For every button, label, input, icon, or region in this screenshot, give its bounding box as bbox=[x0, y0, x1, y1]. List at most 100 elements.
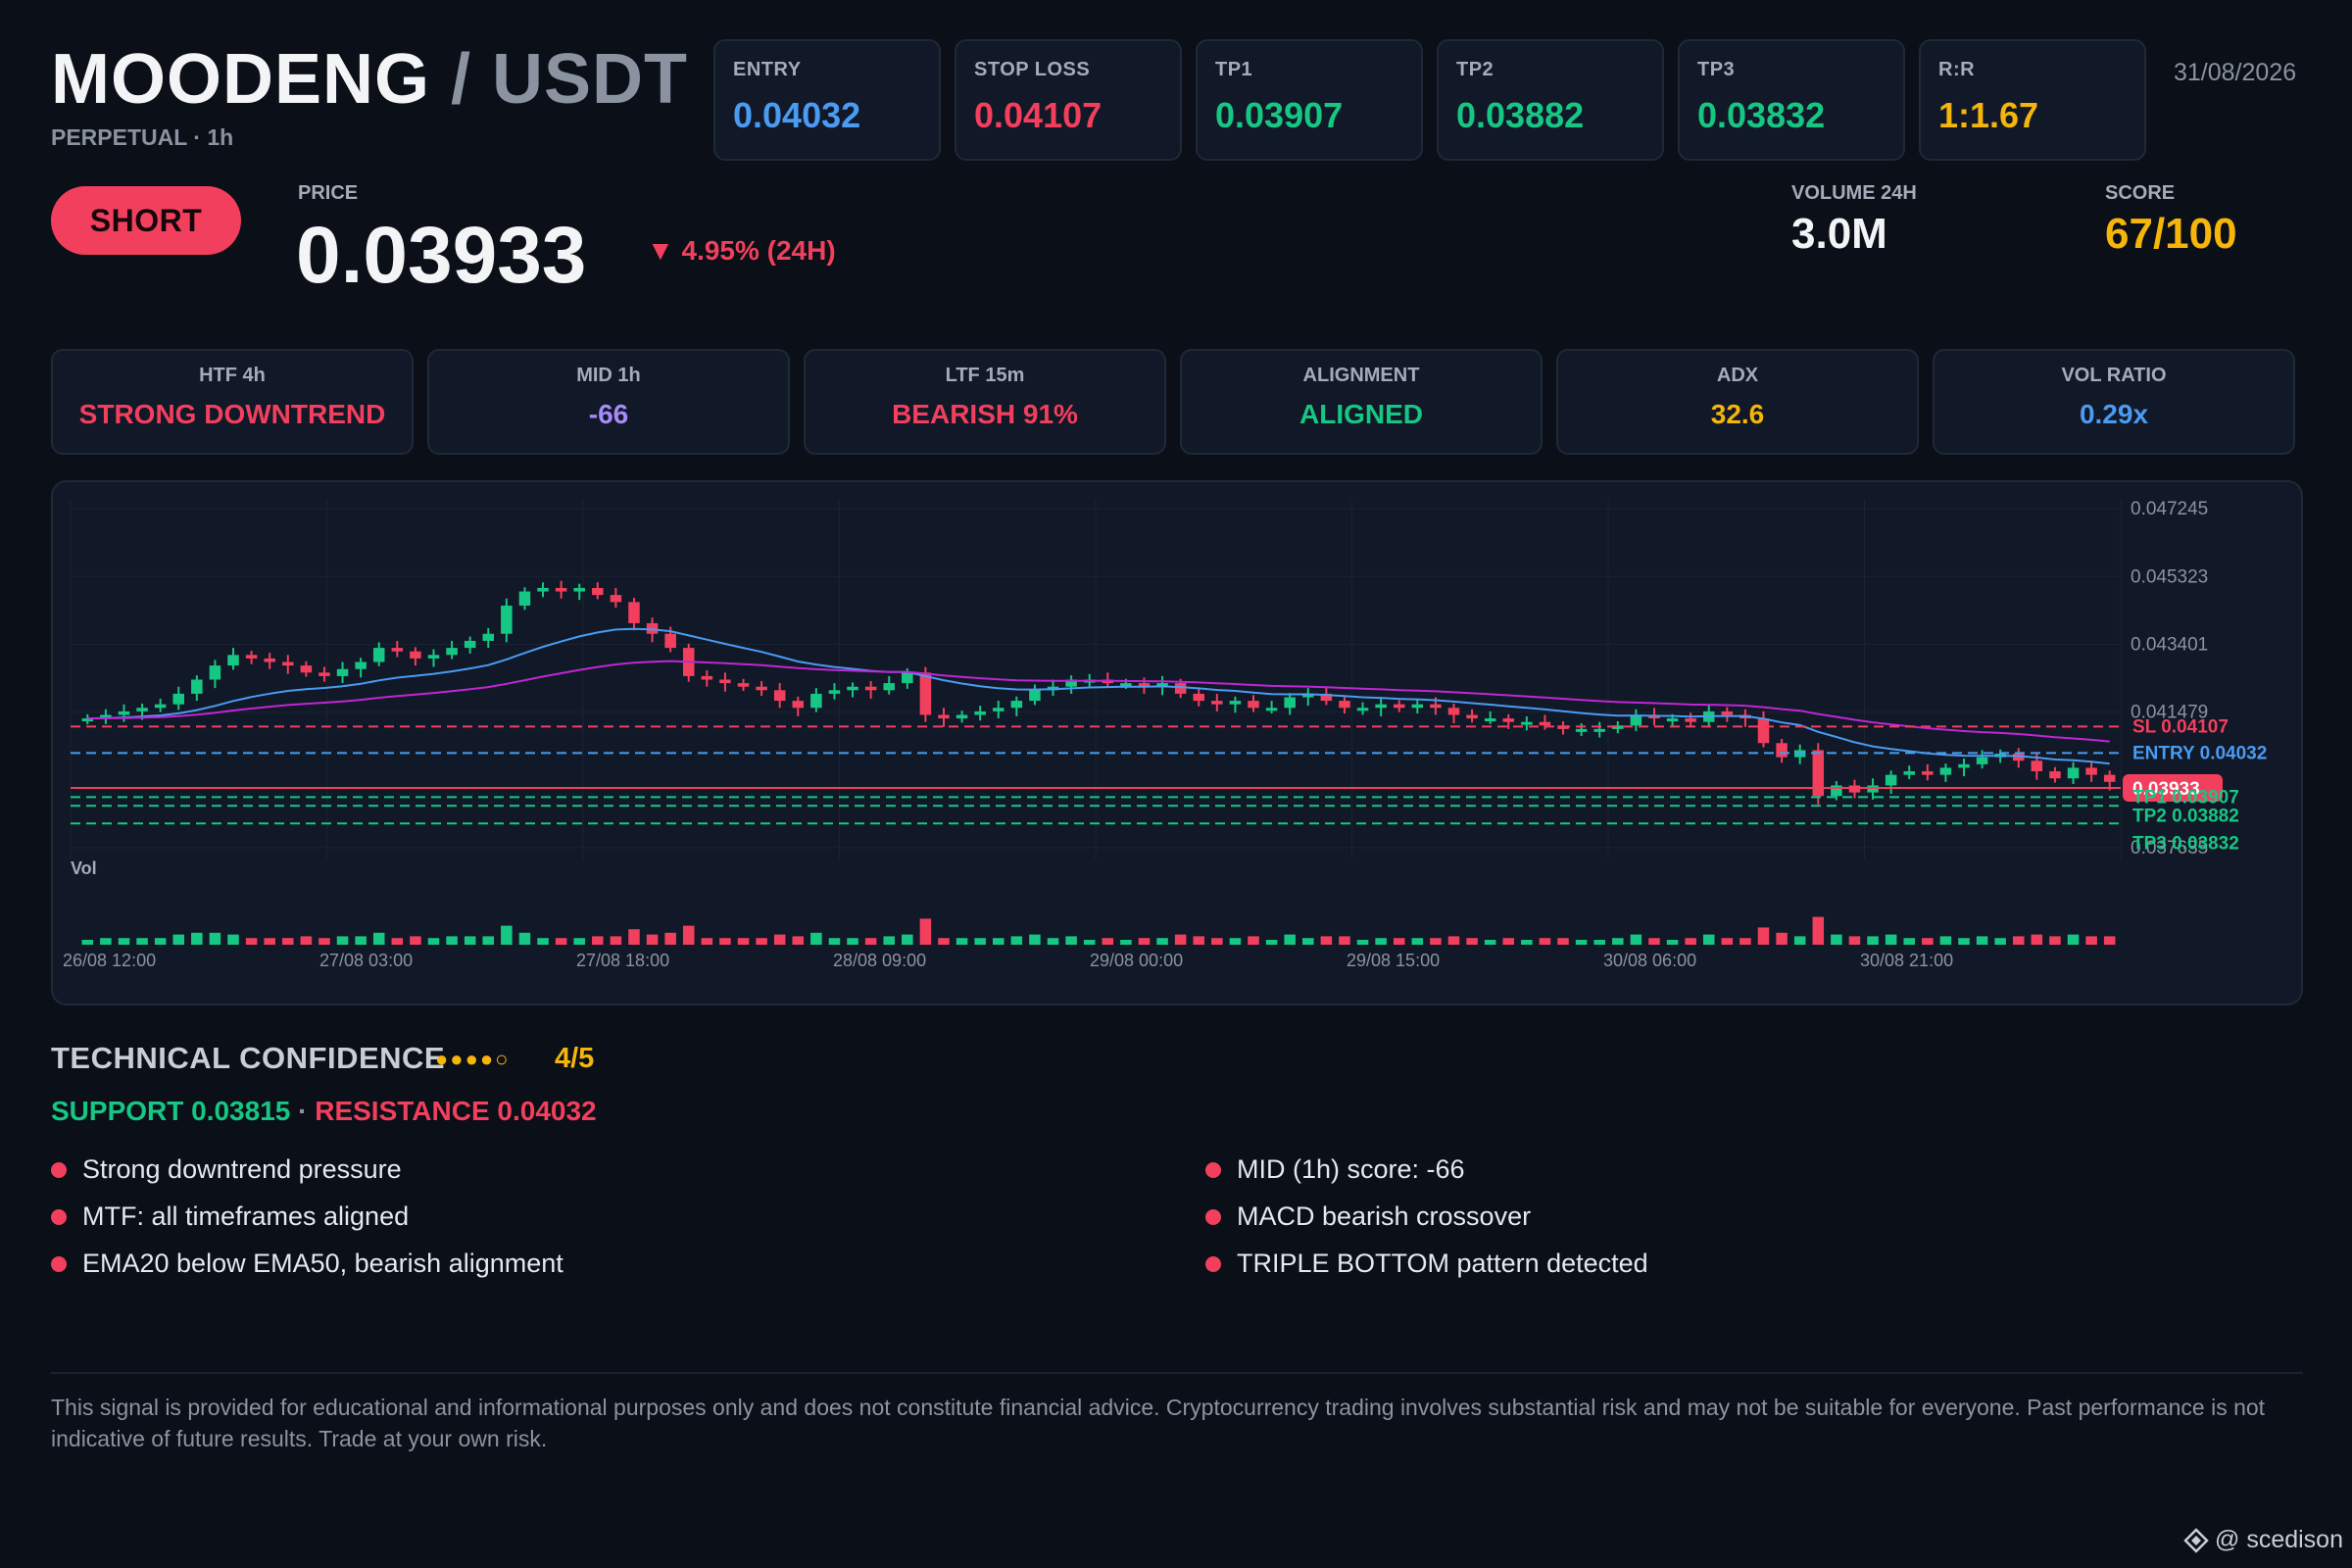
volume-bar bbox=[1320, 936, 1333, 945]
volume-bar bbox=[1083, 940, 1096, 945]
candle-body bbox=[1029, 690, 1041, 702]
level-card-entry: ENTRY 0.04032 bbox=[713, 39, 941, 161]
candle-body bbox=[610, 595, 622, 603]
volume-bar bbox=[847, 938, 858, 945]
tf-label: VOL RATIO bbox=[2061, 365, 2167, 386]
candle-body bbox=[501, 605, 513, 634]
tf-value: 32.6 bbox=[1710, 399, 1765, 429]
reason-text: TRIPLE BOTTOM pattern detected bbox=[1237, 1249, 1648, 1278]
candle-body bbox=[1885, 774, 1897, 786]
signal-date: 31/08/2026 bbox=[2174, 59, 2297, 86]
volume-bar bbox=[810, 932, 822, 945]
candle-body bbox=[227, 655, 239, 666]
level-value: 0.03882 bbox=[1456, 95, 1585, 135]
x-tick-label: 27/08 03:00 bbox=[319, 951, 413, 970]
footer-divider bbox=[51, 1372, 2303, 1374]
volume-bar bbox=[555, 938, 567, 945]
candle-body bbox=[1976, 757, 1988, 764]
y-tick-label: 0.047245 bbox=[2131, 499, 2208, 519]
volume-bar bbox=[336, 936, 349, 945]
ema50-line bbox=[87, 660, 2110, 743]
volume-bar bbox=[1685, 938, 1696, 945]
candle-body bbox=[919, 672, 932, 715]
candle-body bbox=[1593, 728, 1605, 732]
tf-card-adx: ADX 32.6 bbox=[1556, 349, 1919, 455]
level-card-tp1: TP1 0.03907 bbox=[1196, 39, 1423, 161]
volume-bar bbox=[318, 938, 330, 945]
bullet-dot-icon bbox=[1205, 1255, 1221, 1272]
volume-bar bbox=[2012, 936, 2025, 945]
candle-body bbox=[1666, 718, 1679, 722]
price-line-label: TP2 0.03882 bbox=[2132, 806, 2239, 826]
candle-body bbox=[1776, 743, 1788, 758]
volume-bar bbox=[701, 938, 713, 945]
volume-bar bbox=[1193, 936, 1205, 945]
volume-value: 3.0M bbox=[1791, 210, 1887, 258]
volume-bar bbox=[1793, 936, 1806, 945]
bullet-dot-icon bbox=[51, 1255, 67, 1272]
candle-body bbox=[1958, 763, 1970, 768]
tf-card-vol-ratio: VOL RATIO 0.29x bbox=[1933, 349, 2295, 455]
volume-bar bbox=[919, 918, 932, 945]
volume-bar bbox=[154, 938, 167, 945]
volume-bar bbox=[1630, 934, 1642, 945]
tf-card-ltf-15m: LTF 15m BEARISH 91% bbox=[804, 349, 1166, 455]
candle-body bbox=[1339, 701, 1350, 709]
price-line-label: SL 0.04107 bbox=[2132, 716, 2229, 737]
volume-bar bbox=[1248, 936, 1259, 945]
candle-body bbox=[154, 704, 167, 709]
volume-bar bbox=[1010, 936, 1023, 945]
reason-text: MTF: all timeframes aligned bbox=[82, 1201, 410, 1231]
candle-body bbox=[1502, 718, 1515, 722]
volume-bar bbox=[1958, 938, 1970, 945]
volume-bar bbox=[2085, 936, 2097, 945]
volume-bar bbox=[1648, 938, 1660, 945]
volume-bar bbox=[1466, 938, 1478, 945]
candle-body bbox=[482, 633, 495, 641]
confidence-title: TECHNICAL CONFIDENCE bbox=[51, 1041, 446, 1075]
level-value: 1:1.67 bbox=[1938, 95, 2039, 135]
candle-body bbox=[956, 714, 968, 719]
volume-bar bbox=[446, 936, 458, 945]
reason-item: EMA20 below EMA50, bearish alignment bbox=[51, 1249, 564, 1279]
candle-body bbox=[136, 708, 148, 711]
volume-bar bbox=[1922, 938, 1934, 945]
candle-body bbox=[1411, 704, 1424, 709]
bullet-dot-icon bbox=[1205, 1208, 1221, 1225]
level-card-tp2: TP2 0.03882 bbox=[1437, 39, 1664, 161]
volume-bar bbox=[1484, 940, 1496, 945]
candle-body bbox=[282, 662, 294, 666]
volume-bar bbox=[902, 934, 913, 945]
level-card-tp3: TP3 0.03832 bbox=[1678, 39, 1905, 161]
volume-bar bbox=[646, 934, 659, 945]
candle-body bbox=[1284, 697, 1296, 709]
candle-body bbox=[1229, 701, 1242, 705]
level-value: 0.03832 bbox=[1697, 95, 1826, 135]
volume-bar bbox=[1903, 938, 1915, 945]
volume-bar bbox=[100, 938, 112, 945]
volume-bar bbox=[1502, 938, 1515, 945]
candle-body bbox=[1174, 683, 1187, 694]
volume-bar bbox=[792, 936, 805, 945]
candle-body bbox=[464, 640, 476, 649]
quote-asset: USDT bbox=[492, 40, 689, 119]
candle-body bbox=[573, 587, 585, 592]
volume-bar bbox=[773, 934, 786, 945]
level-label: ENTRY bbox=[733, 59, 802, 80]
x-tick-label: 29/08 00:00 bbox=[1090, 951, 1183, 970]
volume-bar bbox=[1120, 940, 1132, 945]
volume-bar bbox=[81, 940, 94, 945]
candle-body bbox=[427, 655, 440, 659]
bullet-dot-icon bbox=[1205, 1161, 1221, 1178]
candle-body bbox=[1120, 683, 1132, 687]
volume-bar bbox=[1702, 934, 1715, 945]
reason-item: TRIPLE BOTTOM pattern detected bbox=[1205, 1249, 1648, 1279]
candle-body bbox=[773, 690, 786, 702]
candle-body bbox=[719, 679, 731, 684]
reason-item: MTF: all timeframes aligned bbox=[51, 1201, 409, 1232]
volume-bar bbox=[719, 938, 731, 945]
candle-body bbox=[1848, 785, 1861, 793]
x-tick-label: 29/08 15:00 bbox=[1347, 951, 1440, 970]
support-resistance: SUPPORT 0.03815 · RESISTANCE 0.04032 bbox=[51, 1096, 597, 1127]
candle-body bbox=[518, 591, 531, 606]
